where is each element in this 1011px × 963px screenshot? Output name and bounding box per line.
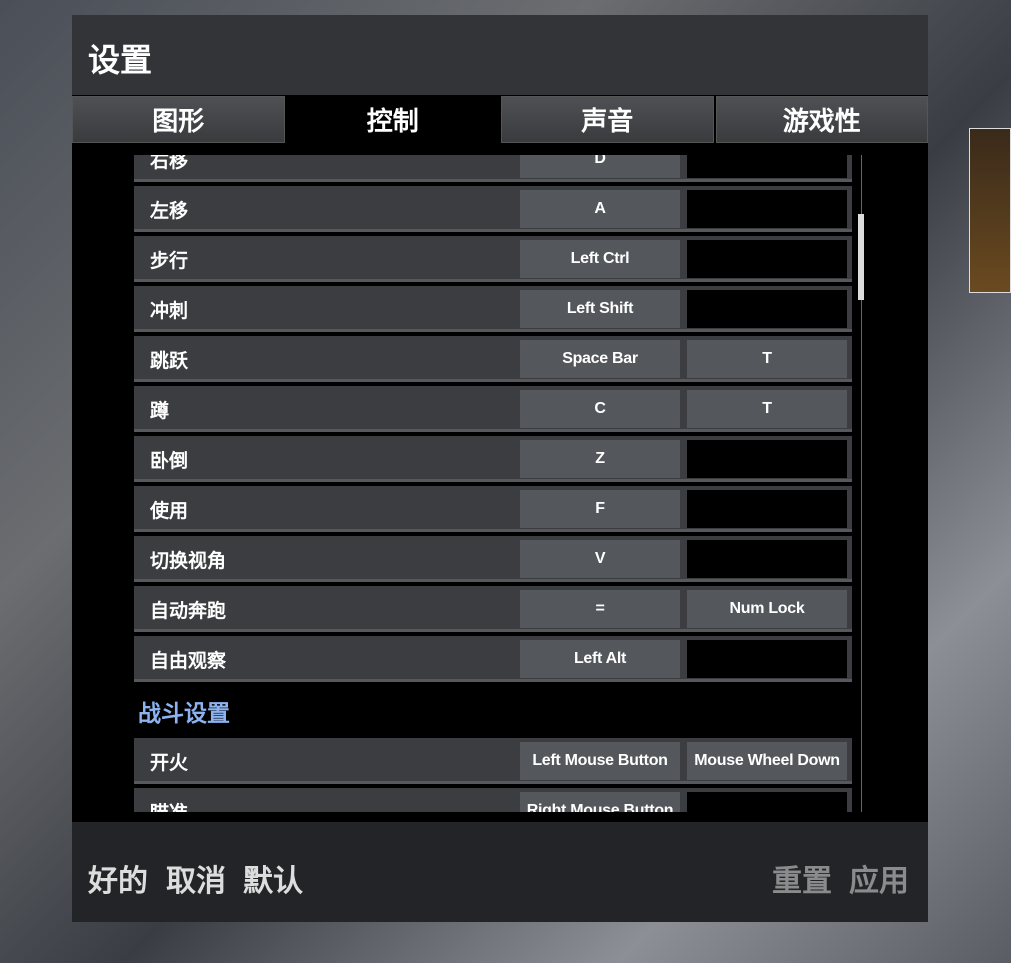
section-title: 战斗设置 xyxy=(138,701,230,727)
action-label: 开火 xyxy=(150,752,189,774)
action-label: 跳跃 xyxy=(150,350,189,372)
keybinding-row: 冲刺 Left Shift xyxy=(134,286,852,332)
primary-key-button[interactable]: D xyxy=(520,155,680,178)
apply-button[interactable]: 应用 xyxy=(849,856,909,900)
primary-key-button[interactable]: Space Bar xyxy=(520,340,680,378)
primary-key-button[interactable]: A xyxy=(520,190,680,228)
secondary-key-button[interactable] xyxy=(687,490,847,528)
primary-key-button[interactable]: = xyxy=(520,590,680,628)
action-label: 自由观察 xyxy=(150,650,227,672)
tab-bar: 图形 控制 声音 游戏性 xyxy=(72,96,928,143)
footer-bar: 好的 取消 默认 重置 应用 xyxy=(72,822,928,922)
primary-key-button[interactable]: Left Ctrl xyxy=(520,240,680,278)
tab-2[interactable]: 声音 xyxy=(501,96,714,143)
cancel-button[interactable]: 取消 xyxy=(166,856,226,900)
settings-panel: 设置 图形 控制 声音 游戏性 右移 D 左移 A 步行 Left Ctrl 冲刺 Left Shi… xyxy=(72,15,928,922)
scrollbar-thumb[interactable] xyxy=(858,214,864,300)
default-button[interactable]: 默认 xyxy=(243,856,303,900)
page-title: 设置 xyxy=(88,41,153,79)
background-poster xyxy=(969,128,1011,293)
action-label: 自动奔跑 xyxy=(150,600,227,622)
secondary-key-button[interactable]: T xyxy=(687,340,847,378)
secondary-key-button[interactable]: Mouse Wheel Down xyxy=(687,742,847,780)
primary-key-button[interactable]: Left Shift xyxy=(520,290,680,328)
primary-key-button[interactable]: Right Mouse Button xyxy=(520,792,680,812)
primary-key-button[interactable]: V xyxy=(520,540,680,578)
secondary-key-button[interactable] xyxy=(687,440,847,478)
primary-key-button[interactable]: Left Mouse Button xyxy=(520,742,680,780)
primary-key-button[interactable]: Z xyxy=(520,440,680,478)
keybinding-row: 切换视角 V xyxy=(134,536,852,582)
ok-button[interactable]: 好的 xyxy=(88,856,148,900)
action-label: 右移 xyxy=(150,155,189,172)
action-label: 瞄准 xyxy=(150,798,188,812)
keybinding-row: 自动奔跑 = Num Lock xyxy=(134,586,852,632)
action-label: 切换视角 xyxy=(150,550,227,572)
keybinding-row: 瞄准 Right Mouse Button xyxy=(134,788,852,812)
action-label: 冲刺 xyxy=(150,300,189,322)
keybinding-row: 蹲 CT xyxy=(134,386,852,432)
tab-3[interactable]: 游戏性 xyxy=(715,96,928,143)
reset-button[interactable]: 重置 xyxy=(772,856,832,900)
keybinding-row: 右移 D xyxy=(134,155,852,182)
keybinding-row: 左移 A xyxy=(134,186,852,232)
title-bar: 设置 xyxy=(72,15,928,95)
primary-key-button[interactable]: F xyxy=(520,490,680,528)
tab-1[interactable]: 控制 xyxy=(286,96,499,143)
secondary-key-button[interactable] xyxy=(687,792,847,812)
keybinding-row: 卧倒 Z xyxy=(134,436,852,482)
secondary-key-button[interactable] xyxy=(687,190,847,228)
keybinding-row: 步行 Left Ctrl xyxy=(134,236,852,282)
secondary-key-button[interactable] xyxy=(687,155,847,178)
primary-key-button[interactable]: C xyxy=(520,390,680,428)
action-label: 使用 xyxy=(150,500,189,522)
secondary-key-button[interactable] xyxy=(687,290,847,328)
tab-0[interactable]: 图形 xyxy=(72,96,285,143)
action-label: 蹲 xyxy=(150,400,170,422)
secondary-key-button[interactable]: Num Lock xyxy=(687,590,847,628)
keybinding-list: 右移 D 左移 A 步行 Left Ctrl 冲刺 Left Shift 跳跃 Space Bar… xyxy=(72,155,928,812)
secondary-key-button[interactable]: T xyxy=(687,390,847,428)
secondary-key-button[interactable] xyxy=(687,240,847,278)
action-label: 卧倒 xyxy=(150,450,189,472)
keybinding-row: 跳跃 Space Bar T xyxy=(134,336,852,382)
secondary-key-button[interactable] xyxy=(687,640,847,678)
keybinding-row: 使用 F xyxy=(134,486,852,532)
keybinding-row: 自由观察 Left Alt xyxy=(134,636,852,682)
primary-key-button[interactable]: Left Alt xyxy=(520,640,680,678)
secondary-key-button[interactable] xyxy=(687,540,847,578)
action-label: 左移 xyxy=(150,200,189,222)
keybinding-row: 开火 Left Mouse Button Mouse Wheel Down xyxy=(134,738,852,784)
action-label: 步行 xyxy=(150,250,189,272)
